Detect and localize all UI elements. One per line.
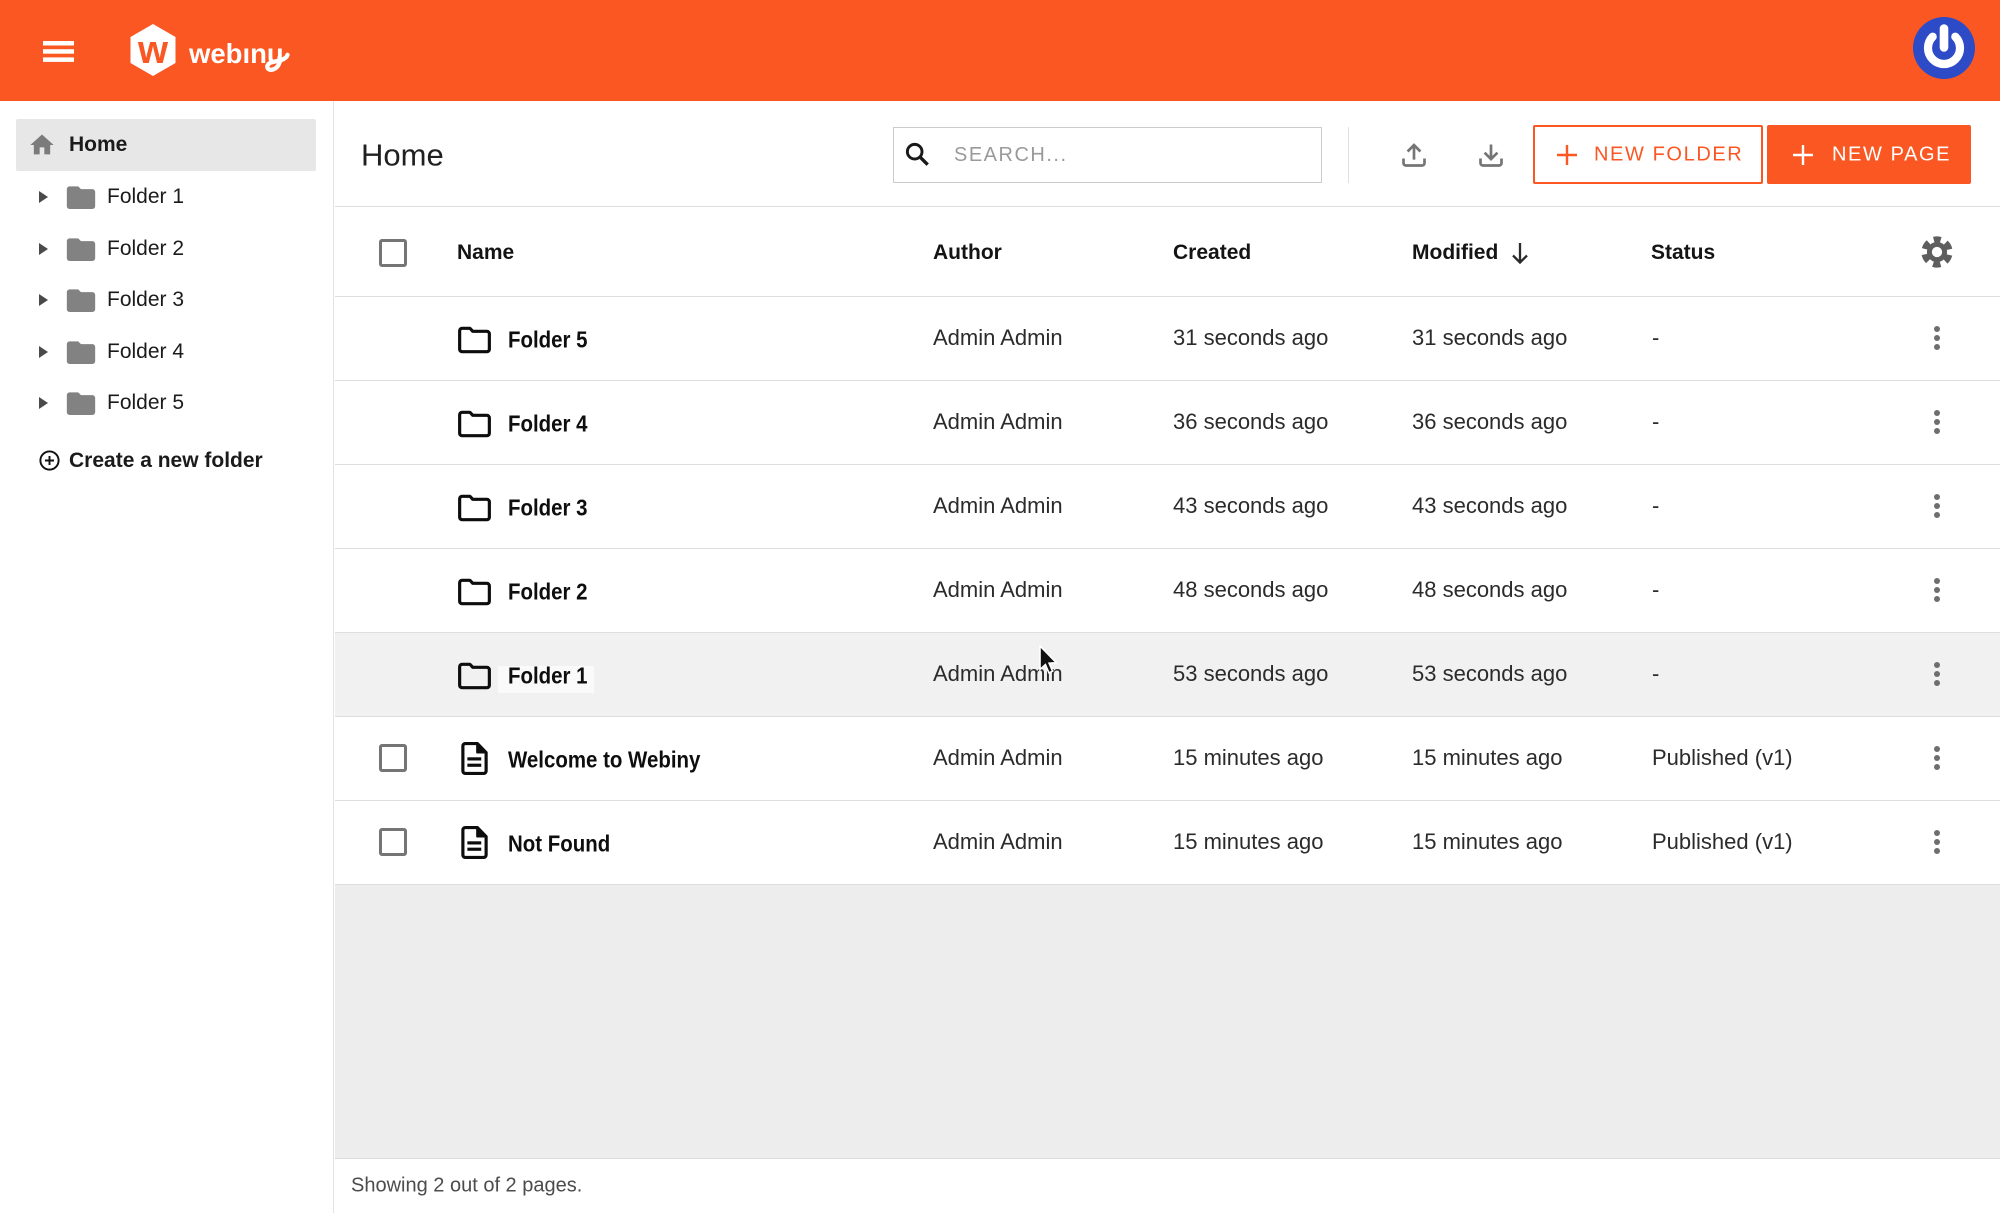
svg-text:w: w — [137, 28, 169, 72]
